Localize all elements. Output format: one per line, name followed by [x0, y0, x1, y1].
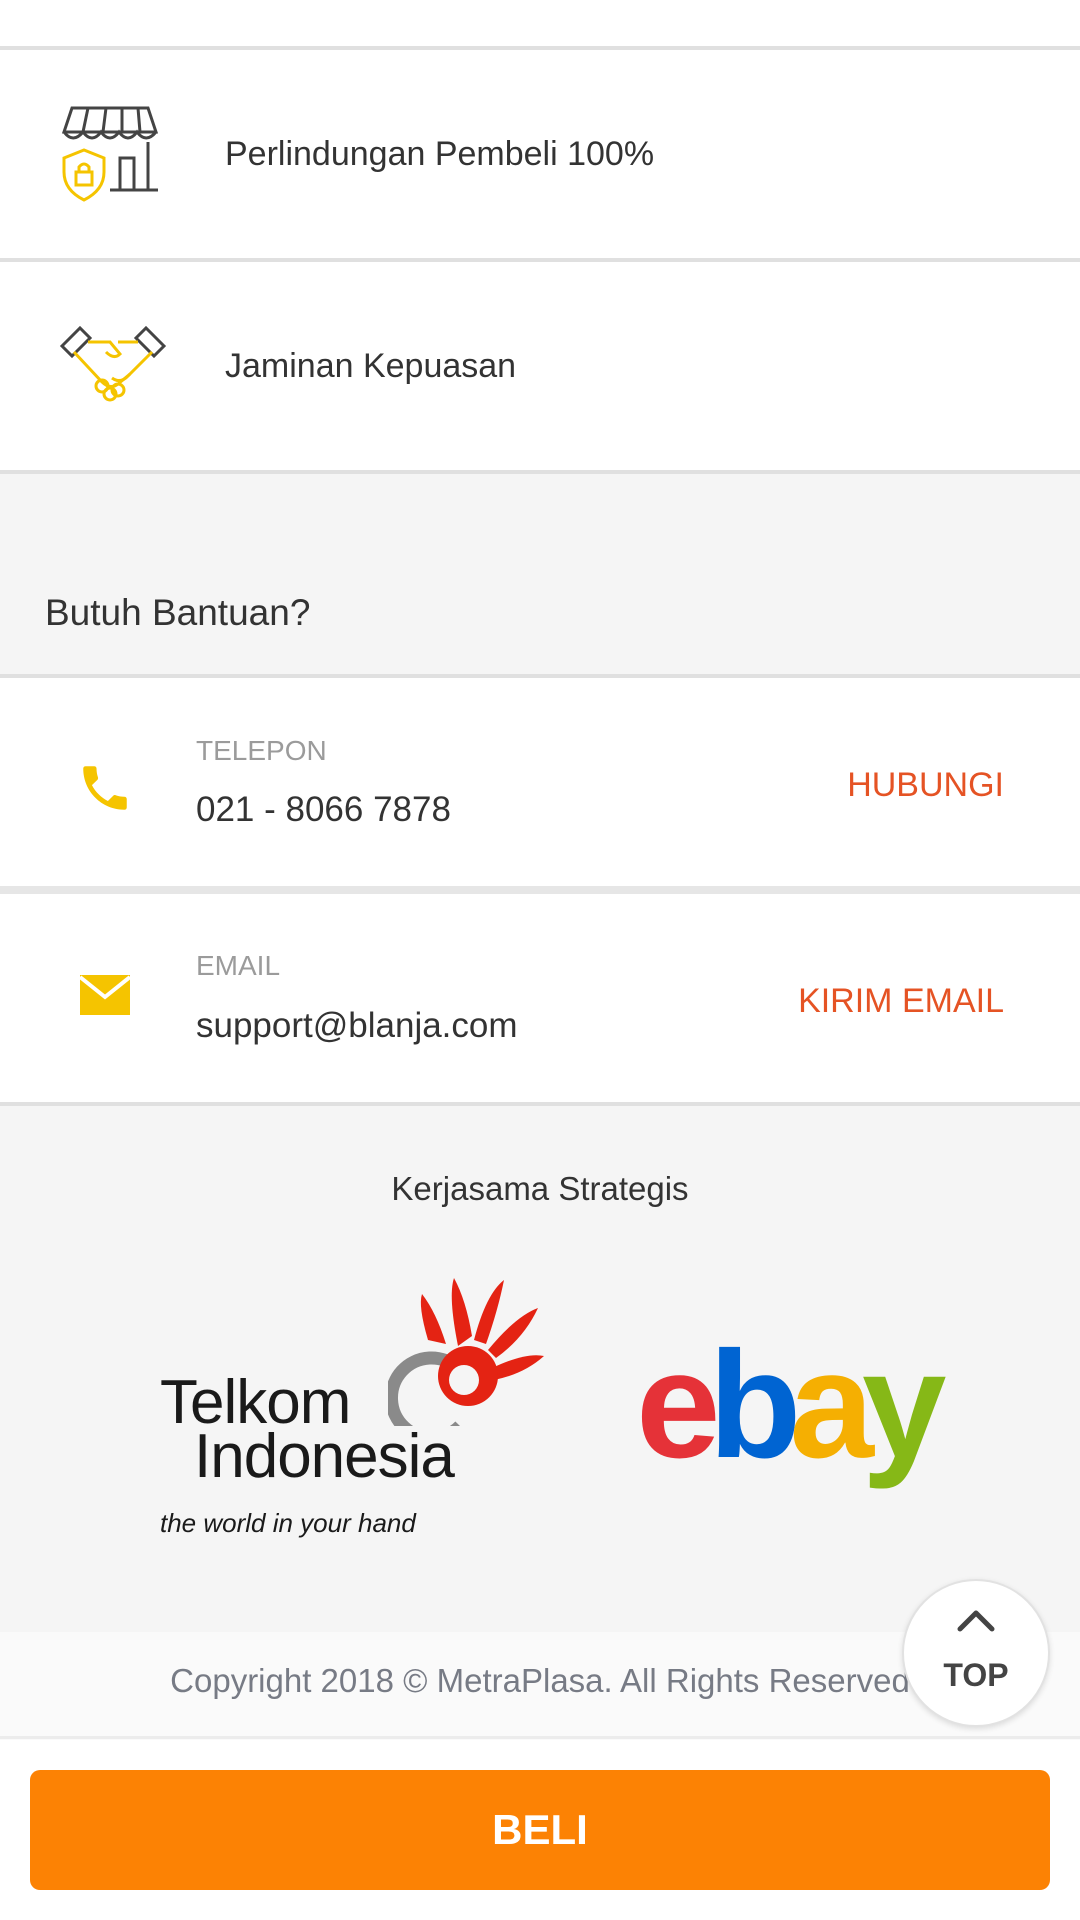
- divider: [0, 886, 1080, 894]
- call-button[interactable]: HUBUNGI: [847, 766, 1004, 805]
- ebay-letter: e: [636, 1320, 720, 1490]
- help-section-header: Butuh Bantuan?: [0, 474, 1080, 676]
- contact-label: TELEPON: [196, 735, 327, 766]
- buy-button[interactable]: BELI: [30, 1770, 1050, 1890]
- feature-label: Perlindungan Pembeli 100%: [225, 135, 655, 173]
- feature-buyer-protection: Perlindungan Pembeli 100%: [0, 50, 1080, 258]
- help-title: Butuh Bantuan?: [45, 592, 311, 633]
- contact-label: EMAIL: [196, 950, 281, 981]
- contact-phone: TELEPON 021 - 8066 7878 HUBUNGI: [0, 678, 1080, 886]
- phone-icon: [76, 759, 134, 817]
- send-email-button[interactable]: KIRIM EMAIL: [798, 982, 1004, 1021]
- top-label: TOP: [943, 1657, 1009, 1693]
- telkom-wordmark-line2: Indonesia: [194, 1422, 455, 1491]
- partners-title: Kerjasama Strategis: [391, 1170, 689, 1207]
- ebay-letter: b: [708, 1320, 802, 1490]
- contact-email: EMAIL support@blanja.com KIRIM EMAIL: [0, 894, 1080, 1102]
- store-shield-icon: [58, 98, 168, 208]
- partners-section: Kerjasama Strategis Telkom Indonesia the…: [0, 1106, 1080, 1632]
- phone-number: 021 - 8066 7878: [196, 790, 451, 829]
- divider: [0, 1736, 1080, 1739]
- ebay-logo: ebay: [636, 1329, 976, 1481]
- ebay-letter: a: [789, 1320, 873, 1490]
- scroll-to-top-button[interactable]: TOP: [902, 1579, 1050, 1727]
- handshake-icon: [58, 312, 168, 422]
- bottom-action-bar: BELI: [0, 1740, 1080, 1920]
- email-address: support@blanja.com: [196, 1006, 518, 1045]
- feature-satisfaction: Jaminan Kepuasan: [0, 262, 1080, 470]
- telkom-logo: Telkom Indonesia the world in your hand: [158, 1276, 558, 1576]
- feature-label: Jaminan Kepuasan: [225, 347, 517, 385]
- chevron-up-icon: [957, 1610, 995, 1632]
- telkom-tagline: the world in your hand: [160, 1508, 416, 1538]
- ebay-letter: y: [861, 1320, 946, 1490]
- mail-icon: [78, 975, 138, 1033]
